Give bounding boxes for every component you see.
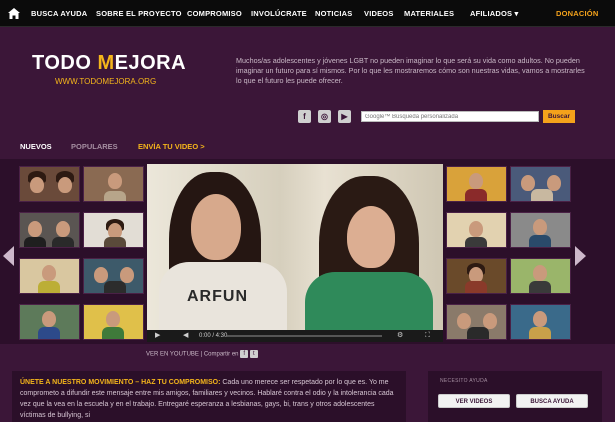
tab-nuevos[interactable]: NUEVOS	[20, 142, 52, 151]
video-thumbnail[interactable]	[83, 166, 144, 202]
nav-item-involucrate[interactable]: INVOLÚCRATE	[251, 9, 307, 18]
nav-item-videos[interactable]: VIDEOS	[364, 9, 394, 18]
instagram-icon[interactable]: ◎	[318, 110, 331, 123]
video-thumbnail[interactable]	[83, 258, 144, 294]
search-button[interactable]: Buscar	[543, 110, 575, 123]
video-thumbnail[interactable]	[19, 258, 80, 294]
pledge-title[interactable]: ÚNETE A NUESTRO MOVIMIENTO – HAZ TU COMP…	[20, 379, 220, 386]
top-navigation: BUSCA AYUDA SOBRE EL PROYECTO COMPROMISO…	[0, 0, 615, 27]
video-thumbnail[interactable]	[19, 304, 80, 340]
tab-envia-tu-video[interactable]: ENVÍA TU VIDEO >	[138, 142, 205, 151]
video-thumbnail[interactable]	[83, 212, 144, 248]
video-thumbnail[interactable]	[446, 212, 507, 248]
page: BUSCA AYUDA SOBRE EL PROYECTO COMPROMISO…	[0, 0, 615, 422]
pledge-section: ÚNETE A NUESTRO MOVIMIENTO – HAZ TU COMP…	[12, 371, 406, 422]
find-help-button[interactable]: BUSCA AYUDA	[516, 394, 588, 408]
intro-text: Muchos/as adolescentes y jóvenes LGBT no…	[236, 56, 585, 85]
settings-icon[interactable]: ⚙	[397, 332, 403, 340]
video-thumbnail[interactable]	[510, 304, 571, 340]
video-thumbnail[interactable]	[446, 304, 507, 340]
logo-text-part1: TODO	[32, 52, 98, 74]
player-time: 0:00 / 4:30	[199, 333, 228, 339]
video-thumbnail[interactable]	[510, 258, 571, 294]
video-thumbnail[interactable]	[19, 212, 80, 248]
help-panel-title: NECESITO AYUDA	[440, 378, 488, 384]
share-label: Compartir en	[203, 351, 239, 358]
carousel-next-arrow-icon[interactable]	[575, 246, 586, 266]
share-bar: VER EN YOUTUBE | Compartir en f t	[146, 350, 258, 358]
fullscreen-icon[interactable]: ⛶	[425, 332, 430, 340]
search-input[interactable]	[361, 111, 539, 122]
progress-bar[interactable]	[227, 335, 382, 337]
site-url[interactable]: WWW.TODOMEJORA.ORG	[55, 77, 156, 86]
logo-text-part2: EJORA	[114, 52, 187, 74]
nav-item-sobre-el-proyecto[interactable]: SOBRE EL PROYECTO	[96, 9, 182, 18]
carousel-prev-arrow-icon[interactable]	[3, 246, 14, 266]
video-thumbnail[interactable]	[510, 166, 571, 202]
video-player[interactable]: ARFUN ▶ ◀ 0:00 / 4:30 ⚙ ⛶	[147, 164, 443, 342]
nav-item-noticias[interactable]: NOTICIAS	[315, 9, 352, 18]
youtube-icon[interactable]: ▶	[338, 110, 351, 123]
logo-text-highlight: M	[97, 52, 115, 74]
video-thumbnail[interactable]	[19, 166, 80, 202]
video-thumbnail[interactable]	[83, 304, 144, 340]
site-logo[interactable]: TODO MEJORA	[32, 52, 186, 75]
nav-item-busca-ayuda[interactable]: BUSCA AYUDA	[31, 9, 87, 18]
nav-item-compromiso[interactable]: COMPROMISO	[187, 9, 242, 18]
tab-populares[interactable]: POPULARES	[71, 142, 118, 151]
facebook-share-icon[interactable]: f	[240, 350, 249, 358]
home-icon[interactable]	[8, 8, 20, 19]
twitter-share-icon[interactable]: t	[249, 350, 258, 358]
watch-on-youtube-link[interactable]: VER EN YOUTUBE	[146, 352, 199, 358]
facebook-icon[interactable]: f	[298, 110, 311, 123]
nav-item-donacion[interactable]: DONACIÓN	[556, 9, 598, 18]
view-videos-button[interactable]: VER VIDEOS	[438, 394, 510, 408]
player-controls: ▶ ◀ 0:00 / 4:30 ⚙ ⛶	[147, 330, 443, 342]
nav-item-afiliados[interactable]: AFILIADOS ▾	[470, 9, 518, 18]
nav-item-materiales[interactable]: MATERIALES	[404, 9, 454, 18]
volume-icon[interactable]: ◀	[183, 332, 188, 340]
video-thumbnail[interactable]	[510, 212, 571, 248]
video-thumbnail[interactable]	[446, 166, 507, 202]
play-icon[interactable]: ▶	[155, 332, 160, 340]
shirt-text: ARFUN	[187, 288, 248, 305]
video-thumbnail[interactable]	[446, 258, 507, 294]
